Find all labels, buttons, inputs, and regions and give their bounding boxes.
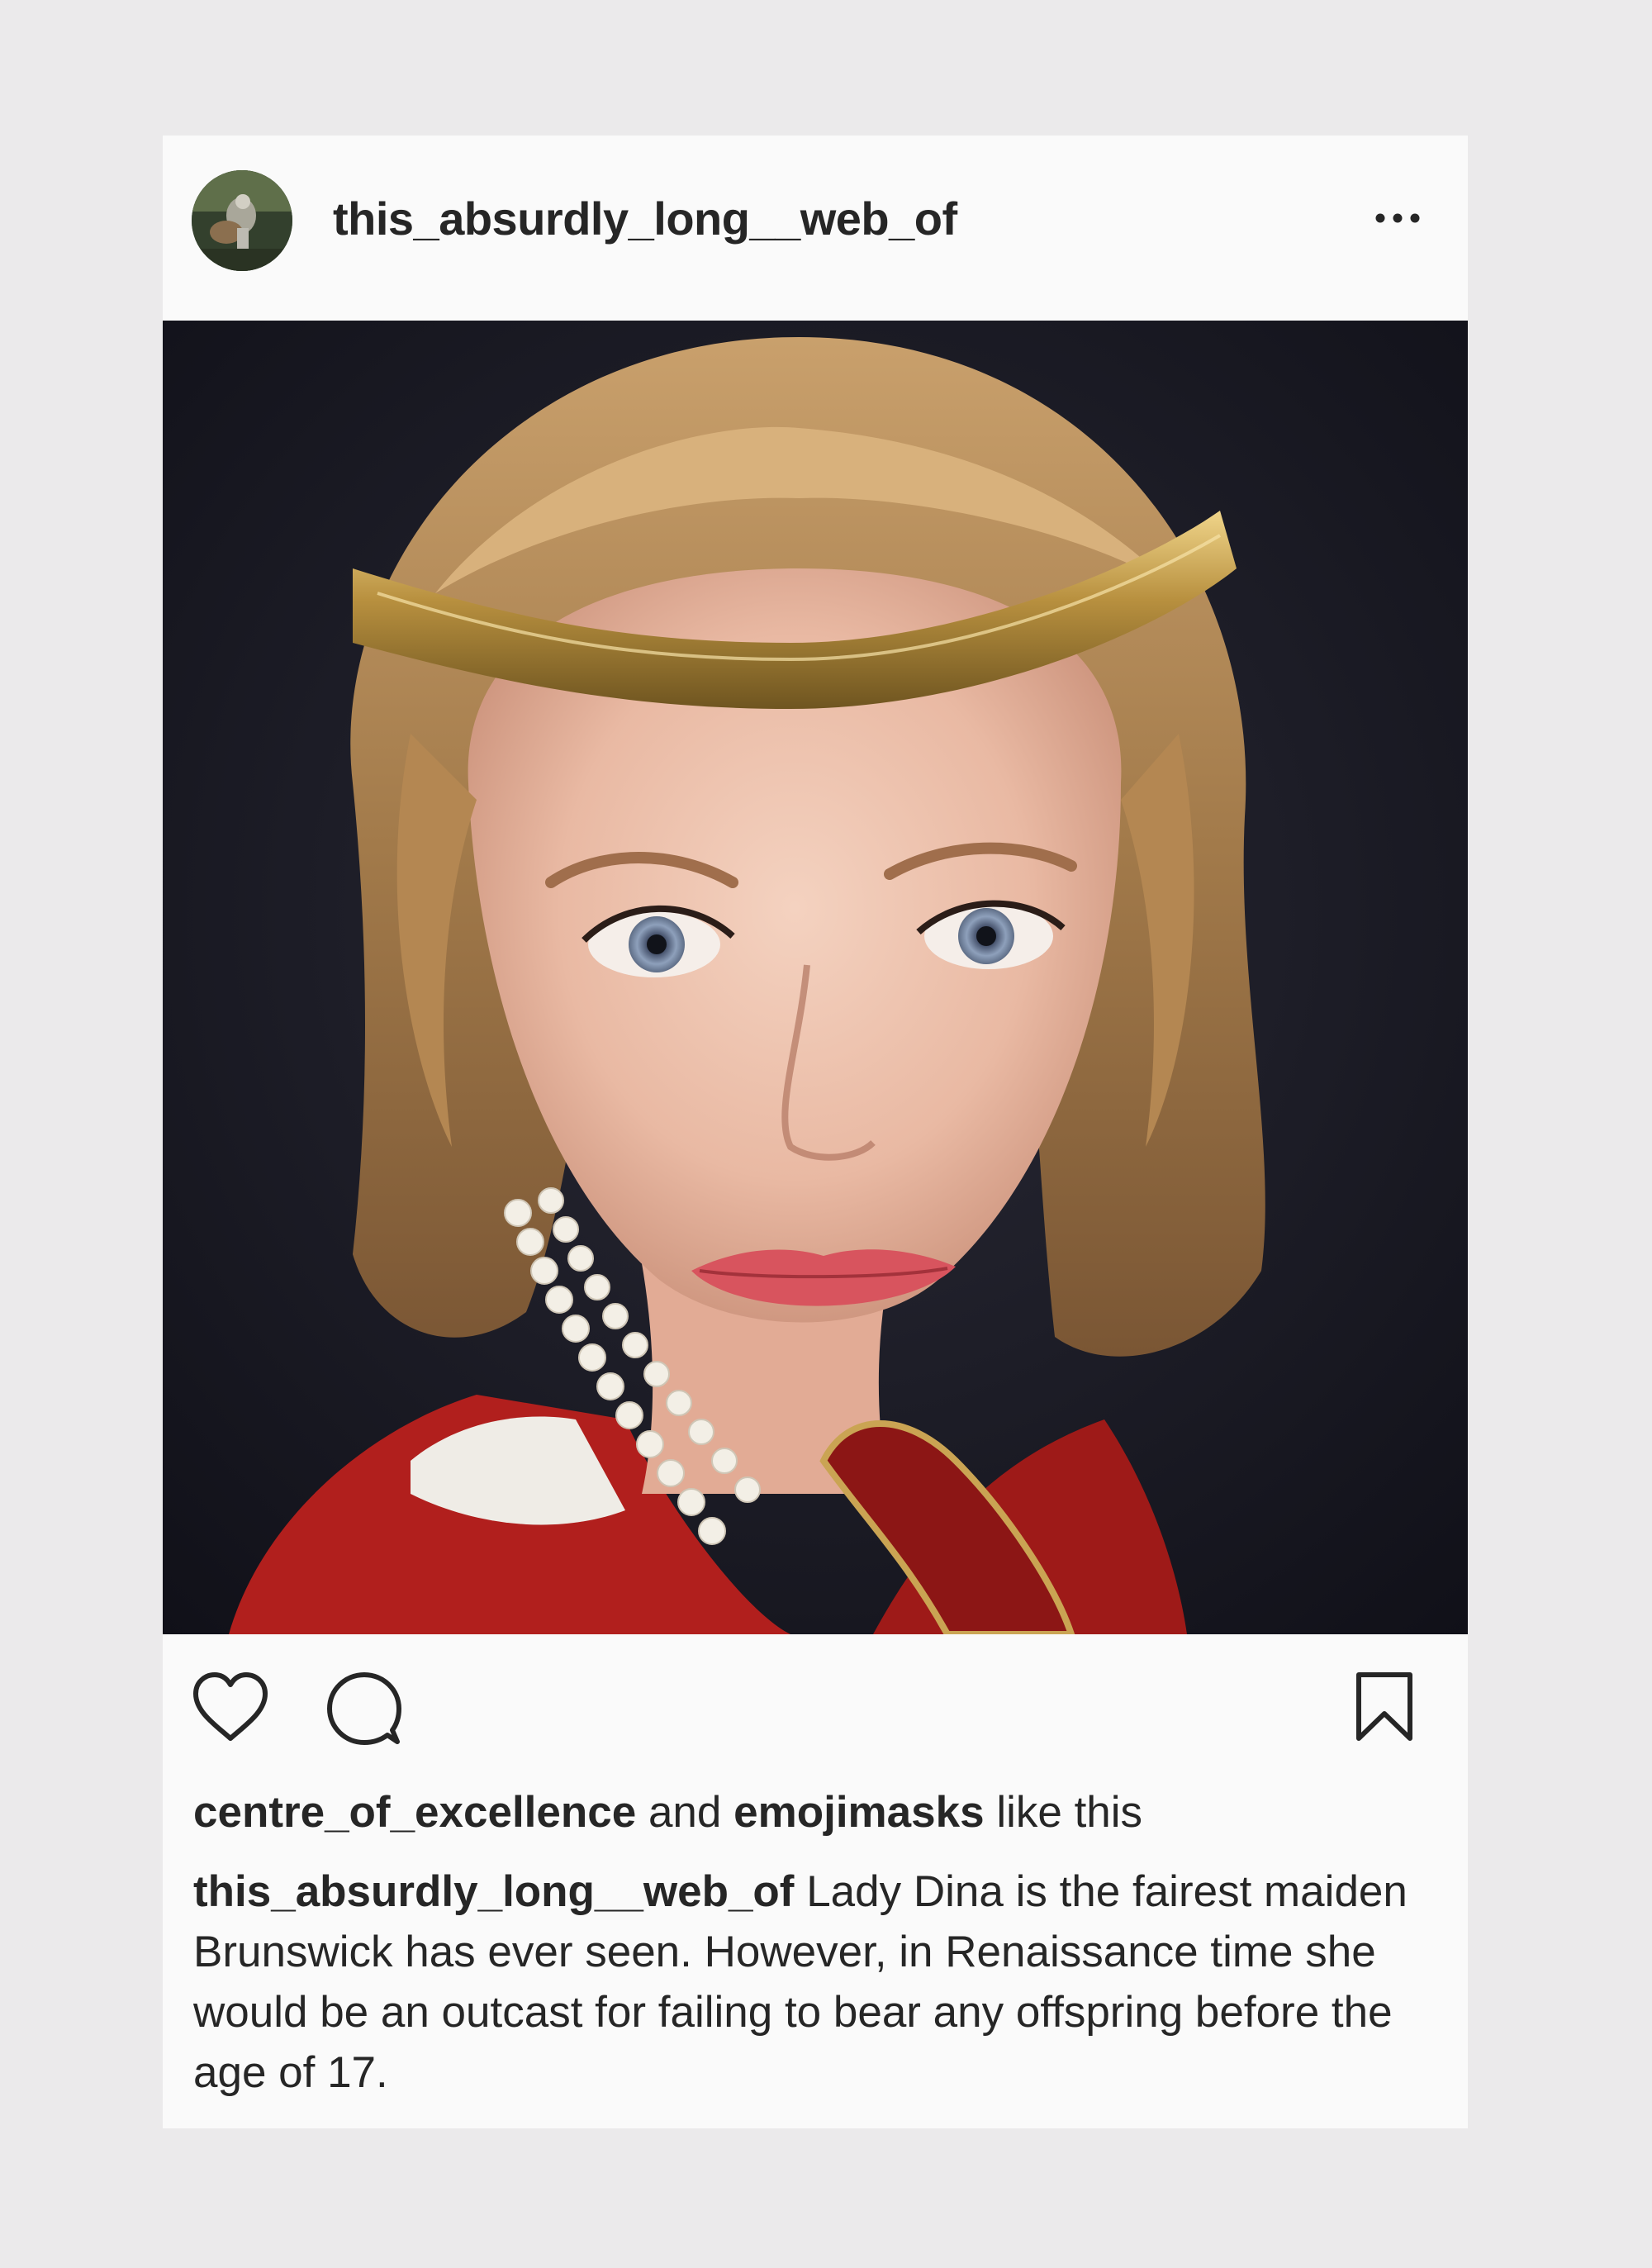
likes-suffix-text: like this [996, 1788, 1143, 1837]
comment-button[interactable] [326, 1671, 402, 1747]
bookmark-icon [1356, 1672, 1412, 1741]
instagram-post-card: this_absurdly_long__web_of centre_of_exc… [163, 136, 1468, 2128]
post-username[interactable]: this_absurdly_long__web_of [333, 190, 957, 248]
portrait-photo [163, 321, 1468, 1634]
more-options-button[interactable] [1369, 202, 1435, 235]
heart-icon [193, 1672, 268, 1741]
likes-summary: centre_of_excellence and emojimasks like… [193, 1784, 1441, 1842]
more-horizontal-icon [1375, 213, 1420, 223]
avatar-image [192, 170, 292, 271]
post-photo[interactable] [163, 321, 1468, 1634]
post-header: this_absurdly_long__web_of [163, 136, 1468, 321]
save-button[interactable] [1352, 1671, 1417, 1743]
caption-username[interactable]: this_absurdly_long__web_of [193, 1867, 794, 1916]
comment-bubble-icon [327, 1672, 401, 1745]
liker-username-2[interactable]: emojimasks [733, 1788, 984, 1837]
like-button[interactable] [191, 1671, 270, 1743]
post-caption: this_absurdly_long__web_of Lady Dina is … [193, 1861, 1445, 2103]
user-avatar[interactable] [192, 170, 292, 271]
liker-username-1[interactable]: centre_of_excellence [193, 1788, 636, 1837]
likes-and-text: and [648, 1788, 722, 1837]
post-actions [163, 1634, 1468, 1775]
